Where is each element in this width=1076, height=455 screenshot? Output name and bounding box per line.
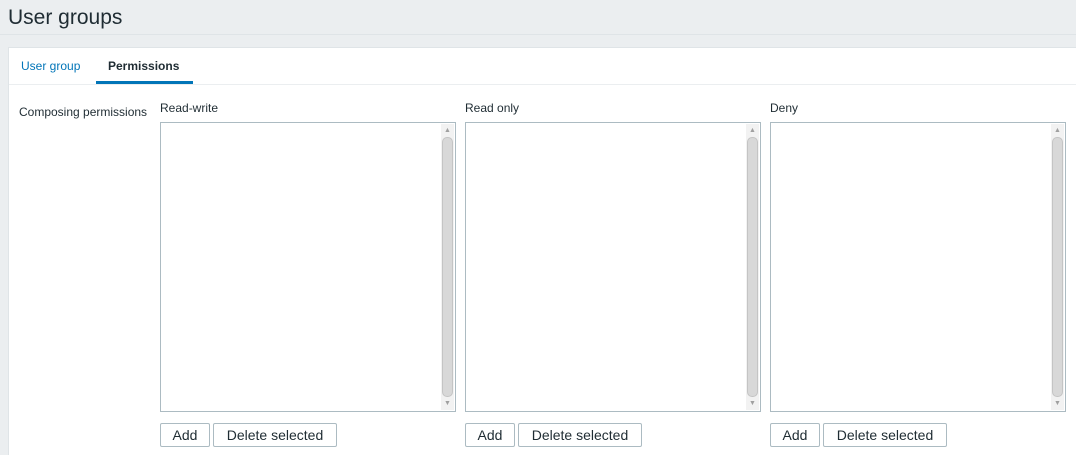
read-write-column: Read-write ▲ ▼ Add Delete selected (160, 101, 456, 447)
scroll-thumb[interactable] (1052, 137, 1063, 397)
scroll-up-arrow-icon[interactable]: ▲ (747, 125, 758, 136)
read-only-column: Read only ▲ ▼ Add Delete selected (465, 101, 761, 447)
title-divider (0, 34, 1076, 35)
scroll-up-arrow-icon[interactable]: ▲ (442, 125, 453, 136)
scroll-down-arrow-icon[interactable]: ▼ (442, 398, 453, 409)
deny-listbox[interactable]: ▲ ▼ (770, 122, 1066, 412)
read-write-listbox[interactable]: ▲ ▼ (160, 122, 456, 412)
read-only-delete-selected-button[interactable]: Delete selected (518, 423, 642, 447)
deny-column: Deny ▲ ▼ Add Delete selected (770, 101, 1066, 447)
read-write-delete-selected-button[interactable]: Delete selected (213, 423, 337, 447)
scroll-thumb[interactable] (747, 137, 758, 397)
page-title: User groups (8, 6, 123, 29)
read-only-add-button[interactable]: Add (465, 423, 515, 447)
scroll-thumb[interactable] (442, 137, 453, 397)
scroll-down-arrow-icon[interactable]: ▼ (747, 398, 758, 409)
deny-scrollbar[interactable]: ▲ ▼ (1051, 124, 1064, 410)
read-write-label: Read-write (160, 101, 219, 115)
deny-delete-selected-button[interactable]: Delete selected (823, 423, 947, 447)
read-only-scrollbar[interactable]: ▲ ▼ (746, 124, 759, 410)
permissions-panel: User group Permissions Composing permiss… (8, 47, 1076, 455)
composing-permissions-label: Composing permissions (19, 105, 148, 119)
active-tab-indicator (96, 81, 193, 84)
read-only-listbox[interactable]: ▲ ▼ (465, 122, 761, 412)
deny-buttons: Add Delete selected (770, 423, 950, 447)
tab-user-group[interactable]: User group (21, 59, 80, 73)
read-write-add-button[interactable]: Add (160, 423, 210, 447)
read-only-label: Read only (465, 101, 520, 115)
scroll-down-arrow-icon[interactable]: ▼ (1052, 398, 1063, 409)
scroll-up-arrow-icon[interactable]: ▲ (1052, 125, 1063, 136)
read-write-buttons: Add Delete selected (160, 423, 340, 447)
deny-label: Deny (770, 101, 799, 115)
read-write-scrollbar[interactable]: ▲ ▼ (441, 124, 454, 410)
tab-permissions[interactable]: Permissions (108, 59, 179, 73)
deny-add-button[interactable]: Add (770, 423, 820, 447)
tab-bar: User group Permissions (9, 48, 1076, 85)
read-only-buttons: Add Delete selected (465, 423, 645, 447)
